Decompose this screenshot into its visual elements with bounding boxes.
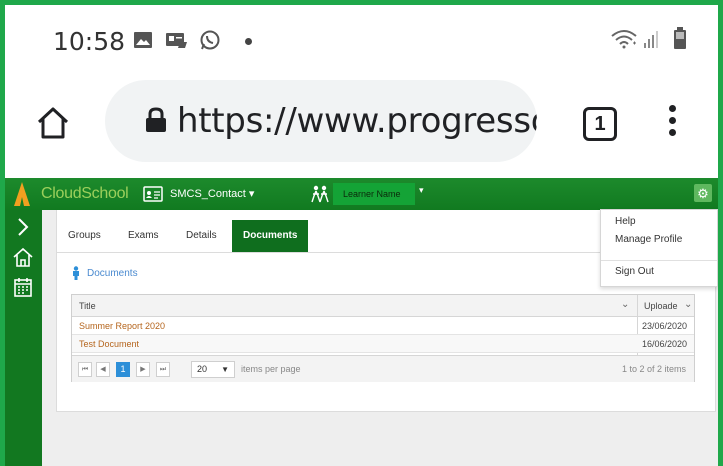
- pager-info: 1 to 2 of 2 items: [621, 364, 686, 374]
- table-row[interactable]: Test Document 16/06/2020: [72, 335, 694, 353]
- page-size-select[interactable]: 20 ▼: [191, 361, 235, 378]
- tab-switcher-button[interactable]: 1: [583, 107, 617, 141]
- page-number-button[interactable]: 1: [116, 362, 130, 377]
- tab-documents[interactable]: Documents: [232, 220, 309, 252]
- home-icon[interactable]: [35, 105, 71, 141]
- dot-icon: [669, 105, 676, 112]
- first-page-icon[interactable]: ⏮: [78, 362, 92, 377]
- menu-item-help[interactable]: Help: [615, 216, 636, 227]
- chevron-down-icon[interactable]: ⌄: [684, 299, 692, 310]
- tab-details[interactable]: Details: [186, 220, 217, 252]
- tab-groups[interactable]: Groups: [68, 220, 101, 252]
- dot-icon: [669, 129, 676, 136]
- documents-grid: Title ⌄ Uploade ⌄ Summer Report 2020 23/…: [71, 294, 695, 382]
- document-link[interactable]: Test Document: [79, 339, 139, 349]
- learner-selector[interactable]: Learner Name: [333, 183, 415, 205]
- app-logo-text: CloudSchool: [41, 185, 129, 202]
- address-bar[interactable]: https://www.progresso.net/h: [105, 80, 537, 162]
- column-header-title[interactable]: Title: [79, 301, 96, 311]
- id-card-icon: [166, 33, 187, 48]
- battery-icon: [674, 27, 686, 49]
- browser-toolbar: https://www.progresso.net/h 1: [5, 67, 718, 177]
- status-bar: 10:58: [5, 5, 718, 67]
- section-title: Documents: [87, 268, 138, 279]
- calendar-icon[interactable]: [11, 276, 35, 298]
- notification-dot-icon: [245, 38, 252, 45]
- menu-item-sign-out[interactable]: Sign Out: [615, 266, 654, 277]
- menu-item-manage-profile[interactable]: Manage Profile: [615, 234, 682, 245]
- caret-down-icon: ▼: [221, 365, 229, 374]
- pager: ⏮ ◀ 1 ▶ ⏭ 20 ▼ items per page 1 to 2 of …: [72, 355, 694, 382]
- wifi-icon: [611, 30, 637, 49]
- gear-icon[interactable]: ⚙: [694, 184, 712, 202]
- tab-exams[interactable]: Exams: [128, 220, 159, 252]
- upload-date: 16/06/2020: [642, 339, 688, 349]
- chevron-down-icon[interactable]: ▾: [419, 185, 424, 196]
- items-per-page-label: items per page: [241, 364, 301, 374]
- chevron-right-icon[interactable]: [11, 216, 35, 238]
- upload-date: 23/06/2020: [642, 321, 688, 331]
- dot-icon: [669, 117, 676, 124]
- person-icon: [73, 266, 79, 280]
- grid-header: Title ⌄ Uploade ⌄: [72, 295, 694, 317]
- table-row[interactable]: Summer Report 2020 23/06/2020: [72, 317, 694, 335]
- lock-icon: [146, 107, 166, 132]
- learners-icon: [311, 185, 329, 203]
- chevron-down-icon[interactable]: ⌄: [621, 299, 629, 310]
- column-header-uploaded[interactable]: Uploade: [644, 301, 678, 311]
- contact-menu[interactable]: SMCS_Contact ▾: [170, 187, 254, 200]
- account-dropdown: Help Manage Profile Sign Out: [600, 209, 718, 287]
- previous-page-icon[interactable]: ◀: [96, 362, 110, 377]
- page-size-value: 20: [197, 364, 208, 374]
- app-header: CloudSchool SMCS_Contact ▾ Learner Name …: [5, 178, 718, 210]
- contact-card-icon: [143, 186, 163, 202]
- left-sidebar: [5, 210, 42, 466]
- home-icon[interactable]: [11, 246, 35, 268]
- signal-icon: [644, 31, 658, 48]
- next-page-icon[interactable]: ▶: [136, 362, 150, 377]
- menu-divider: [601, 260, 717, 261]
- url-text[interactable]: https://www.progresso.net/h: [177, 101, 537, 141]
- image-icon: [134, 32, 152, 48]
- document-link[interactable]: Summer Report 2020: [79, 321, 165, 331]
- last-page-icon[interactable]: ⏭: [156, 362, 170, 377]
- status-time: 10:58: [53, 27, 126, 56]
- logo-icon: [14, 182, 30, 206]
- whatsapp-icon: [200, 30, 220, 50]
- browser-menu-button[interactable]: [669, 105, 677, 143]
